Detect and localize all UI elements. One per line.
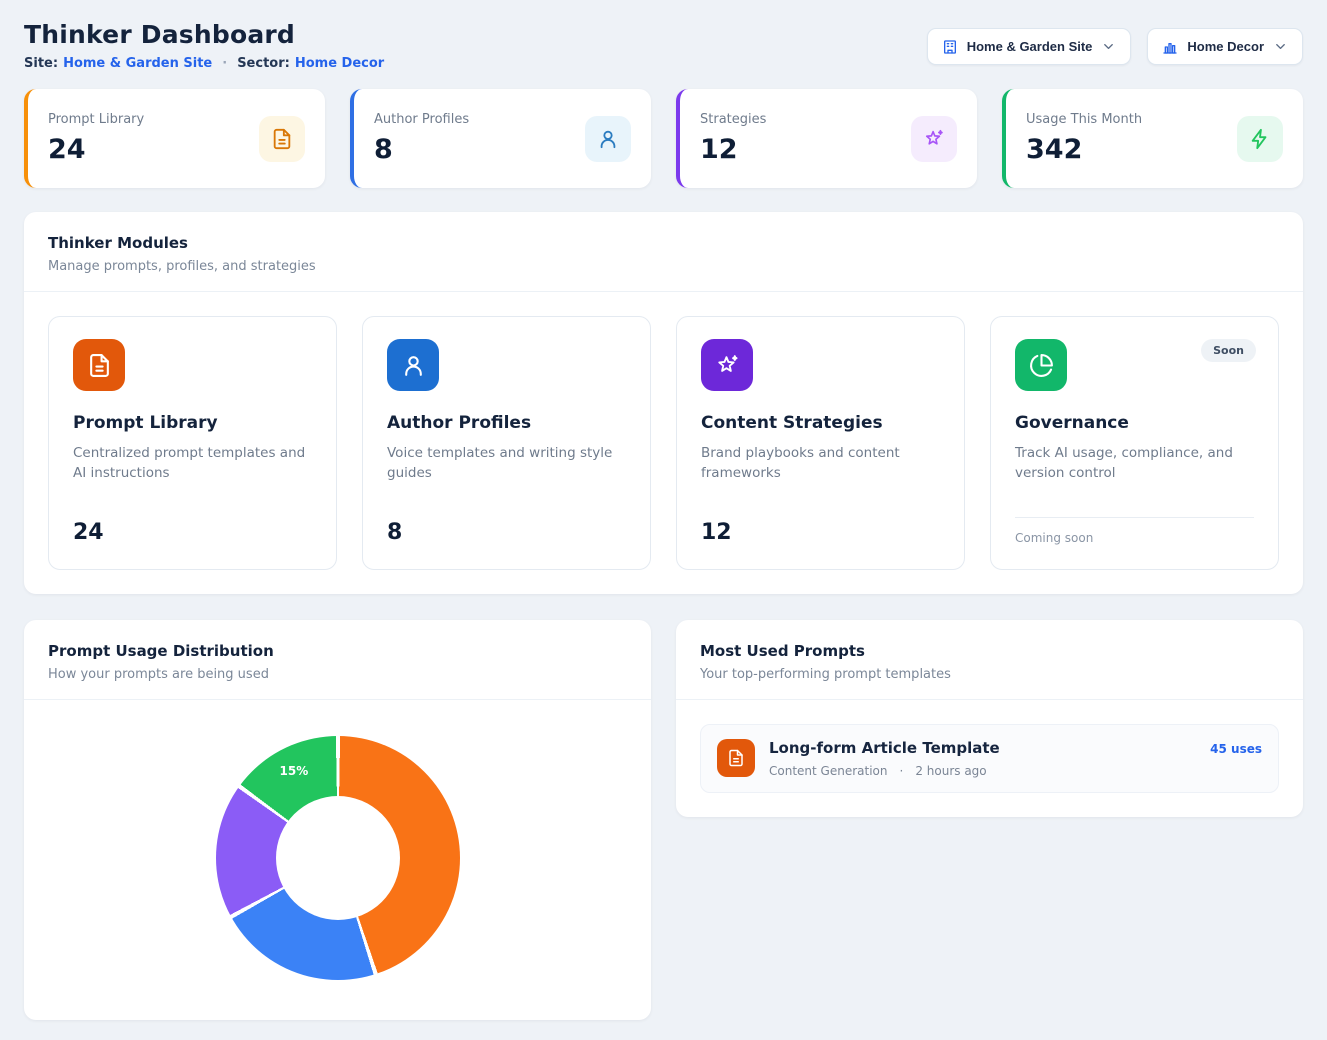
module-description: Centralized prompt templates and AI inst…	[73, 443, 312, 484]
stat-cards-row: Prompt Library 24 Author Profiles 8 Stra…	[24, 89, 1303, 188]
coming-soon-text: Coming soon	[1015, 517, 1254, 545]
stat-value: 342	[1026, 134, 1142, 165]
donut-slice-label: 15%	[280, 764, 309, 778]
stat-card-author-profiles: Author Profiles 8	[350, 89, 651, 188]
modules-title: Thinker Modules	[48, 234, 1279, 252]
stat-info: Prompt Library 24	[48, 112, 144, 165]
breadcrumb-separator: ·	[222, 56, 227, 71]
site-selector-dropdown[interactable]: Home & Garden Site	[927, 28, 1132, 65]
modules-subtitle: Manage prompts, profiles, and strategies	[48, 259, 1279, 274]
bar-chart-icon	[1162, 39, 1178, 55]
building-icon	[942, 39, 958, 55]
sector-label: Sector:	[237, 56, 290, 71]
person-icon	[585, 116, 631, 162]
pie-chart-icon	[1015, 339, 1067, 391]
prompts-header: Most Used Prompts Your top-performing pr…	[676, 620, 1303, 699]
document-icon	[259, 116, 305, 162]
module-description: Voice templates and writing style guides	[387, 443, 626, 484]
site-selector-label: Home & Garden Site	[967, 39, 1093, 54]
sparkle-star-icon	[701, 339, 753, 391]
stat-value: 8	[374, 134, 469, 165]
module-title: Prompt Library	[73, 413, 312, 433]
module-description: Brand playbooks and content frameworks	[701, 443, 940, 484]
sector-link[interactable]: Home Decor	[295, 56, 384, 71]
breadcrumb: Site: Home & Garden Site · Sector: Home …	[24, 56, 384, 71]
donut-chart-area: 15%	[24, 700, 651, 1020]
prompt-usage-panel: Prompt Usage Distribution How your promp…	[24, 620, 651, 1020]
prompt-item-meta: Content Generation · 2 hours ago	[769, 764, 1000, 778]
page-header: Thinker Dashboard Site: Home & Garden Si…	[24, 20, 1303, 71]
prompt-item-info: Long-form Article Template Content Gener…	[769, 739, 1000, 778]
module-card-governance[interactable]: Soon Governance Track AI usage, complian…	[990, 316, 1279, 570]
modules-grid: Prompt Library Centralized prompt templa…	[24, 292, 1303, 594]
meta-separator: ·	[899, 764, 903, 778]
prompt-item-uses: 45 uses	[1210, 742, 1262, 756]
stat-info: Usage This Month 342	[1026, 112, 1142, 165]
soon-badge: Soon	[1201, 339, 1256, 362]
module-card-author-profiles[interactable]: Author Profiles Voice templates and writ…	[362, 316, 651, 570]
module-title: Governance	[1015, 413, 1254, 433]
dashboard-page: Thinker Dashboard Site: Home & Garden Si…	[0, 0, 1327, 1040]
module-value: 24	[73, 520, 312, 545]
page-title: Thinker Dashboard	[24, 20, 384, 49]
prompts-subtitle: Your top-performing prompt templates	[700, 667, 1279, 682]
stat-label: Prompt Library	[48, 112, 144, 127]
lightning-icon	[1237, 116, 1283, 162]
usage-subtitle: How your prompts are being used	[48, 667, 627, 682]
header-selectors: Home & Garden Site Home Decor	[927, 28, 1303, 65]
donut-chart: 15%	[216, 736, 460, 980]
module-value: 8	[387, 520, 626, 545]
stat-label: Strategies	[700, 112, 766, 127]
header-left: Thinker Dashboard Site: Home & Garden Si…	[24, 20, 384, 71]
list-item[interactable]: Long-form Article Template Content Gener…	[700, 724, 1279, 793]
site-label: Site:	[24, 56, 58, 71]
module-card-prompt-library[interactable]: Prompt Library Centralized prompt templa…	[48, 316, 337, 570]
module-title: Content Strategies	[701, 413, 940, 433]
stat-card-prompt-library: Prompt Library 24	[24, 89, 325, 188]
donut-hole	[276, 796, 400, 920]
module-value: 12	[701, 520, 940, 545]
prompt-item-title: Long-form Article Template	[769, 739, 1000, 757]
chevron-down-icon	[1273, 39, 1288, 54]
chevron-down-icon	[1101, 39, 1116, 54]
sparkle-star-icon	[911, 116, 957, 162]
stat-value: 12	[700, 134, 766, 165]
module-card-content-strategies[interactable]: Content Strategies Brand playbooks and c…	[676, 316, 965, 570]
person-icon	[387, 339, 439, 391]
stat-info: Author Profiles 8	[374, 112, 469, 165]
modules-header: Thinker Modules Manage prompts, profiles…	[24, 212, 1303, 291]
usage-title: Prompt Usage Distribution	[48, 642, 627, 660]
module-description: Track AI usage, compliance, and version …	[1015, 443, 1254, 484]
module-title: Author Profiles	[387, 413, 626, 433]
prompt-item-time: 2 hours ago	[915, 764, 986, 778]
prompt-list: Long-form Article Template Content Gener…	[676, 700, 1303, 817]
sector-selector-label: Home Decor	[1187, 39, 1264, 54]
sector-selector-dropdown[interactable]: Home Decor	[1147, 28, 1303, 65]
stat-label: Usage This Month	[1026, 112, 1142, 127]
prompts-title: Most Used Prompts	[700, 642, 1279, 660]
most-used-prompts-panel: Most Used Prompts Your top-performing pr…	[676, 620, 1303, 817]
stat-value: 24	[48, 134, 144, 165]
stat-card-strategies: Strategies 12	[676, 89, 977, 188]
usage-header: Prompt Usage Distribution How your promp…	[24, 620, 651, 699]
stat-info: Strategies 12	[700, 112, 766, 165]
site-link[interactable]: Home & Garden Site	[63, 56, 212, 71]
thinker-modules-panel: Thinker Modules Manage prompts, profiles…	[24, 212, 1303, 594]
stat-label: Author Profiles	[374, 112, 469, 127]
document-icon	[717, 739, 755, 777]
bottom-row: Prompt Usage Distribution How your promp…	[24, 620, 1303, 1020]
prompt-item-category: Content Generation	[769, 764, 887, 778]
document-icon	[73, 339, 125, 391]
stat-card-usage: Usage This Month 342	[1002, 89, 1303, 188]
